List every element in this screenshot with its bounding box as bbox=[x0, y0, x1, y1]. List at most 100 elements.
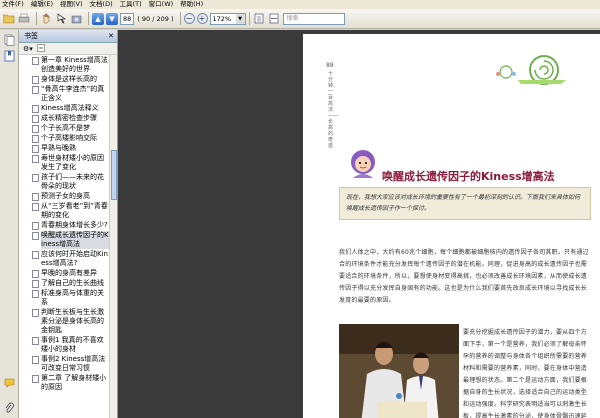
bookmark-item[interactable]: 青春期身体增长多少? bbox=[19, 221, 109, 230]
document-page: 88 十分钟，一百高法——长高的奇迹 唤醒成长遗传因子的Kiness增高法 现在… bbox=[303, 34, 600, 418]
bookmark-item[interactable]: 事例1 我真的不喜欢矮小的身材 bbox=[19, 336, 109, 354]
bookmark-page-icon bbox=[32, 76, 39, 84]
article-headline: 唤醒成长遗传因子的Kiness增高法 bbox=[382, 170, 555, 183]
bookmark-page-icon bbox=[32, 155, 39, 163]
bookmark-label: 事例1 我真的不喜欢矮小的身材 bbox=[41, 336, 104, 353]
previous-page-icon[interactable]: ▲ bbox=[92, 12, 104, 25]
bookmark-page-icon bbox=[32, 232, 39, 240]
page-number: 88 bbox=[326, 62, 334, 69]
menu-edit[interactable]: 编辑(E) bbox=[31, 0, 53, 9]
page-count: ( 90 / 209 ) bbox=[137, 14, 174, 23]
bookmark-page-icon bbox=[32, 337, 39, 345]
bookmark-label: 标准身高与体重的关系 bbox=[41, 289, 104, 306]
snapshot-icon[interactable] bbox=[70, 13, 82, 25]
bookmark-item[interactable]: 事例2 Kiness增高法可改变日常习惯 bbox=[19, 355, 109, 373]
bookmark-page-icon bbox=[32, 222, 39, 230]
bookmark-label: 事例2 Kiness增高法可改变日常习惯 bbox=[41, 355, 106, 372]
bookmarks-scrollbar[interactable] bbox=[109, 55, 117, 418]
bookmark-page-icon bbox=[32, 309, 39, 317]
bookmark-options-icon[interactable]: ⚙▾ bbox=[23, 45, 33, 53]
bookmarks-title: 书签 bbox=[24, 32, 38, 40]
bookmarks-panel: 书签 ✕ ⚙▾ 第一章 Kiness增高法创造美好的世界身体是这样长高的 “骨高牛… bbox=[19, 30, 118, 418]
bookmark-label: “骨高牛李连杰”的真正含义 bbox=[41, 85, 105, 102]
bookmark-page-icon bbox=[32, 135, 39, 143]
zoom-out-icon[interactable]: − bbox=[183, 13, 195, 24]
chevron-down-icon[interactable]: ▼ bbox=[235, 13, 245, 24]
bookmark-label: 孩子们——未来的花骨朵的现状 bbox=[41, 173, 104, 190]
bookmark-item[interactable]: 预测子女的身高 bbox=[19, 192, 109, 201]
bookmark-item[interactable]: 唤醒成长遗传因子的Kiness增高法 bbox=[19, 231, 109, 249]
comments-icon[interactable] bbox=[4, 378, 15, 390]
bookmark-label: 唤醒成长遗传因子的Kiness增高法 bbox=[41, 231, 109, 249]
bookmark-item[interactable]: 第一章 Kiness增高法创造美好的世界 bbox=[19, 56, 109, 74]
bookmark-label: 从“三岁看老”到”青春期的变化 bbox=[41, 202, 108, 219]
bookmark-page-icon bbox=[32, 57, 39, 65]
select-text-icon[interactable] bbox=[55, 13, 67, 25]
page-number-input[interactable]: 88 bbox=[120, 12, 135, 25]
mascot-illustration bbox=[351, 150, 375, 178]
zoom-select[interactable]: 172% ▼ bbox=[209, 12, 246, 25]
bookmark-item[interactable]: 成长精密检查步骤 bbox=[19, 114, 109, 123]
bookmark-page-icon bbox=[32, 270, 39, 278]
close-icon[interactable]: ✕ bbox=[108, 30, 114, 43]
zoom-in-icon[interactable]: + bbox=[196, 13, 208, 24]
bookmark-label: 身体是这样长高的 bbox=[41, 75, 97, 83]
bookmark-page-icon bbox=[32, 193, 39, 201]
snail-illustration bbox=[496, 55, 566, 85]
bookmark-item[interactable]: 寿世身材矮小的原因发生了变化 bbox=[19, 154, 109, 172]
bookmark-label: 青春期身体增长多少? bbox=[41, 221, 108, 229]
pages-panel-icon[interactable] bbox=[4, 34, 15, 46]
menu-document[interactable]: 文档(D) bbox=[90, 0, 113, 9]
bookmark-item[interactable]: 标准身高与体重的关系 bbox=[19, 289, 109, 307]
search-input[interactable]: 搜索 bbox=[282, 12, 345, 25]
bookmark-item[interactable]: 早熟与晚熟 bbox=[19, 144, 109, 153]
bookmark-page-icon bbox=[32, 125, 39, 133]
doctor-photo bbox=[339, 324, 459, 418]
scrollbar-thumb[interactable] bbox=[111, 150, 117, 200]
bookmarks-panel-icon[interactable] bbox=[4, 50, 15, 62]
attachment-icon[interactable] bbox=[4, 402, 15, 414]
bookmark-item[interactable]: 从“三岁看老”到”青春期的变化 bbox=[19, 202, 109, 220]
bookmark-item[interactable]: 身体是这样长高的 bbox=[19, 75, 109, 84]
body-paragraph: 我们人体之中，大约有60兆个细胞，每个细胞都被细胞核内的遗传因子各司其职。只有通… bbox=[339, 249, 589, 304]
bookmark-page-icon bbox=[32, 105, 39, 113]
bookmark-item[interactable]: 了解自己的生长曲线 bbox=[19, 279, 109, 288]
hand-tool-icon[interactable] bbox=[40, 13, 52, 25]
fit-width-icon[interactable] bbox=[268, 13, 280, 25]
bookmark-item[interactable]: 个子长高不是梦 bbox=[19, 124, 109, 133]
bookmark-page-icon bbox=[32, 375, 39, 383]
bookmark-label: 第二章 了解身材矮小的原因 bbox=[41, 374, 107, 391]
menu-tools[interactable]: 工具(T) bbox=[120, 0, 142, 9]
bookmark-label: 早晚的身高有差异 bbox=[41, 269, 97, 277]
bookmark-label: 寿世身材矮小的原因发生了变化 bbox=[41, 154, 104, 171]
bookmarks-toolbar: ⚙▾ bbox=[19, 43, 117, 55]
menu-file[interactable]: 文件(F) bbox=[2, 0, 24, 9]
menu-help[interactable]: 帮助(H) bbox=[180, 0, 203, 9]
next-page-icon[interactable]: ▼ bbox=[106, 12, 118, 25]
bookmark-page-icon bbox=[32, 145, 39, 153]
bookmark-list: 第一章 Kiness增高法创造美好的世界身体是这样长高的 “骨高牛李连杰”的真正含… bbox=[19, 55, 109, 418]
bookmark-item[interactable]: 第二章 了解身材矮小的原因 bbox=[19, 374, 109, 392]
open-folder-icon[interactable] bbox=[3, 13, 15, 25]
bookmark-item[interactable]: “骨高牛李连杰”的真正含义 bbox=[19, 85, 109, 103]
menu-view[interactable]: 视图(V) bbox=[60, 0, 83, 9]
bookmark-label: 成长精密检查步骤 bbox=[41, 114, 97, 122]
toolbar-separator bbox=[248, 12, 250, 25]
fit-page-icon[interactable] bbox=[253, 13, 265, 25]
bookmark-label: 判断生长板与生长激素分泌是身体长高的金钥匙 bbox=[41, 308, 104, 334]
bookmark-label: 第一章 Kiness增高法创造美好的世界 bbox=[41, 56, 108, 73]
bookmark-item[interactable]: 孩子们——未来的花骨朵的现状 bbox=[19, 173, 109, 191]
toolbar-separator bbox=[179, 12, 181, 25]
expand-bookmark-icon[interactable] bbox=[36, 43, 45, 54]
bookmark-label: Kiness增高法释义 bbox=[41, 104, 99, 112]
bookmark-item[interactable]: 个子高矮影响交际 bbox=[19, 134, 109, 143]
bookmark-item[interactable]: 判断生长板与生长激素分泌是身体长高的金钥匙 bbox=[19, 308, 109, 335]
menu-window[interactable]: 窗口(W) bbox=[149, 0, 174, 9]
bookmark-item[interactable]: 应该何时开始启动Kiness增高法? bbox=[19, 250, 109, 268]
bookmark-item[interactable]: 早晚的身高有差异 bbox=[19, 269, 109, 278]
bookmark-item[interactable]: Kiness增高法释义 bbox=[19, 104, 109, 113]
print-icon[interactable] bbox=[18, 13, 30, 25]
bookmark-label: 个子高矮影响交际 bbox=[41, 134, 97, 142]
bookmark-page-icon bbox=[32, 174, 39, 182]
menu-bar: 文件(F) 编辑(E) 视图(V) 文档(D) 工具(T) 窗口(W) 帮助(H… bbox=[0, 0, 600, 9]
